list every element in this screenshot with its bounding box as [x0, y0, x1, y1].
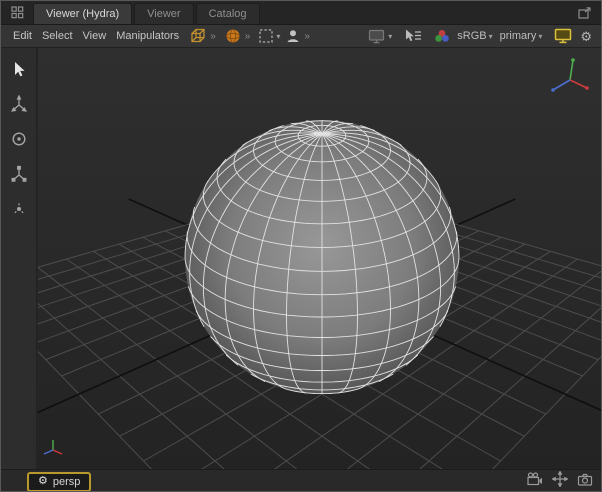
- viewer-settings-gear-icon[interactable]: ⚙: [580, 30, 592, 43]
- pane-grid-icon[interactable]: [8, 5, 26, 21]
- tab-label: Viewer: [147, 8, 180, 20]
- rotate-tool-button[interactable]: [8, 128, 30, 150]
- select-tool-button[interactable]: [8, 58, 30, 80]
- selection-mode-button[interactable]: ▾: [258, 28, 280, 44]
- pointer-options-button[interactable]: [404, 29, 422, 43]
- menu-view[interactable]: View: [78, 28, 112, 44]
- rgb-channels-icon[interactable]: [434, 29, 450, 43]
- monitor-toggle-button[interactable]: [554, 28, 573, 44]
- camera-name-label: persp: [53, 476, 81, 488]
- tab-bar: Viewer (Hydra) Viewer Catalog: [1, 1, 601, 25]
- dropdown-arrow-icon: ▾: [489, 32, 493, 41]
- camera-gear-icon: ⚙: [38, 476, 48, 487]
- film-camera-icon[interactable]: [526, 472, 543, 491]
- menubar-right-cluster: ▾ sRGB ▾ primary ▾: [363, 28, 594, 44]
- pivot-tool-button[interactable]: [8, 198, 30, 220]
- colorspace-label: sRGB: [457, 30, 486, 42]
- tab-catalog[interactable]: Catalog: [196, 3, 260, 24]
- viewport-status-bar: ⚙ persp: [1, 469, 601, 492]
- origin-axis-icon: [41, 437, 65, 461]
- render-view-button[interactable]: ▾: [368, 29, 392, 44]
- shading-mode-button[interactable]: »: [189, 27, 219, 45]
- viewport-canvas[interactable]: [38, 48, 602, 469]
- colorspace-select[interactable]: sRGB ▾: [457, 30, 492, 42]
- menu-manipulators[interactable]: Manipulators: [111, 28, 184, 44]
- channel-select[interactable]: primary ▾: [500, 30, 543, 42]
- snapshot-camera-icon[interactable]: [577, 473, 593, 491]
- tab-viewer-hydra[interactable]: Viewer (Hydra): [33, 3, 132, 24]
- chevron-icon: »: [245, 31, 251, 42]
- tab-label: Catalog: [209, 8, 247, 20]
- camera-person-button[interactable]: »: [285, 28, 313, 44]
- float-pane-icon[interactable]: [576, 5, 594, 21]
- orientation-gizmo[interactable]: [547, 54, 593, 100]
- chevron-icon: »: [304, 31, 310, 42]
- tab-label: Viewer (Hydra): [46, 8, 119, 20]
- dropdown-arrow-icon: ▾: [276, 32, 280, 41]
- pan-move-icon[interactable]: [552, 471, 568, 492]
- dropdown-arrow-icon: ▾: [388, 32, 392, 41]
- dropdown-arrow-icon: ▾: [538, 32, 542, 41]
- channel-label: primary: [500, 30, 537, 42]
- viewport-toggle-icons: [526, 471, 593, 492]
- scale-tool-button[interactable]: [8, 163, 30, 185]
- tool-palette: [1, 48, 37, 469]
- camera-select-button[interactable]: ⚙ persp: [27, 472, 91, 492]
- chevron-icon: »: [210, 31, 216, 42]
- viewer-pane: Viewer (Hydra) Viewer Catalog Edit Selec…: [0, 0, 602, 492]
- viewer-menubar: Edit Select View Manipulators » » ▾: [1, 25, 601, 48]
- tab-strip: Viewer (Hydra) Viewer Catalog: [33, 1, 262, 24]
- tab-viewer[interactable]: Viewer: [134, 3, 193, 24]
- menu-select[interactable]: Select: [37, 28, 78, 44]
- menu-edit[interactable]: Edit: [8, 28, 37, 44]
- viewport-render: [38, 48, 602, 469]
- translate-tool-button[interactable]: [8, 93, 30, 115]
- geometry-display-button[interactable]: »: [224, 27, 254, 45]
